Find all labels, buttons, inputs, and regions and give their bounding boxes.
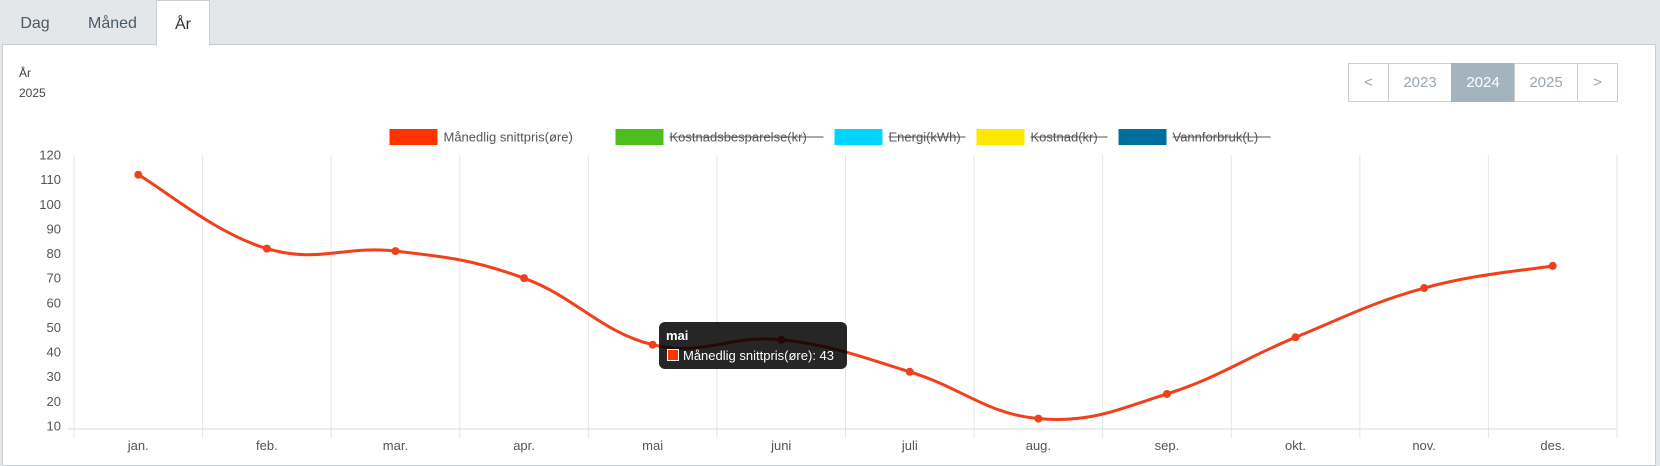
legend-swatch[interactable] [976,129,1025,145]
x-tick-label: aug. [1026,438,1051,453]
legend-swatch[interactable] [615,129,664,145]
x-tick-label: okt. [1285,438,1306,453]
tab-ar[interactable]: År [156,0,210,46]
line-chart: 10 20 30 40 50 60 70 80 90 100 110 120 jan. feb. mar. a… [39,129,1618,453]
tooltip-title: mai [666,328,689,343]
data-point[interactable] [262,244,271,253]
x-tick-label: jan. [127,438,149,453]
y-tick-label: 90 [47,221,61,236]
y-tick-label: 70 [47,271,61,286]
legend-swatch[interactable] [389,129,438,145]
y-tick-label: 20 [47,394,61,409]
x-tick-label: juni [770,438,791,453]
data-point[interactable] [134,170,143,179]
data-point[interactable] [905,367,914,376]
chart-tooltip: mai Månedlig snittpris(øre): 43 [659,322,847,369]
y-tick-label: 110 [40,172,61,187]
data-point[interactable] [1162,389,1171,398]
y-tick-label: 80 [47,246,61,261]
x-tick-label: apr. [513,438,535,453]
tooltip-color-swatch [667,349,679,361]
x-tick-label: des. [1540,438,1565,453]
y-tick-label: 30 [47,369,61,384]
data-point[interactable] [520,274,529,283]
data-point[interactable] [391,247,400,256]
data-point[interactable] [1548,261,1557,270]
y-tick-label: 60 [47,295,61,310]
legend-swatch[interactable] [834,129,883,145]
y-tick-label: 40 [47,345,61,360]
legend-swatch[interactable] [1118,129,1167,145]
x-tick-label: juli [901,438,918,453]
x-tick-label: nov. [1412,438,1436,453]
data-point[interactable] [648,340,657,349]
y-tick-label: 10 [47,419,61,434]
x-tick-label: mar. [383,438,408,453]
data-point[interactable] [1034,414,1043,423]
x-tick-label: feb. [256,438,278,453]
data-point[interactable] [1420,284,1429,293]
x-tick-label: sep. [1155,438,1180,453]
y-tick-label: 50 [47,320,61,335]
y-tick-label: 100 [39,197,61,212]
data-point[interactable] [1291,333,1300,342]
tooltip-text: Månedlig snittpris(øre): 43 [683,348,834,363]
legend-label[interactable]: Månedlig snittpris(øre) [444,130,573,145]
x-tick-label: mai [642,438,663,453]
y-tick-label: 120 [39,148,61,163]
